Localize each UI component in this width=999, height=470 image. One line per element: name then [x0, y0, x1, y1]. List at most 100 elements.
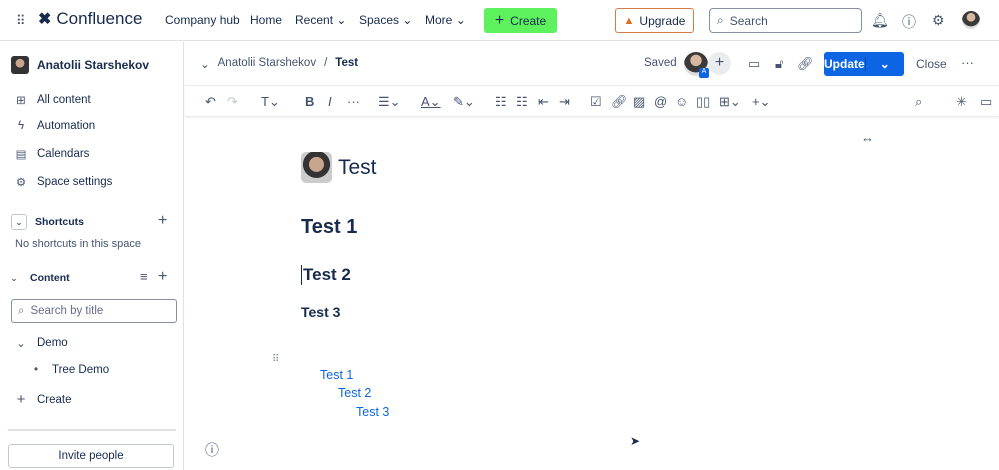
chevron-down-icon: ⌄ [402, 13, 413, 27]
bell-icon[interactable]: 🔔︎ [871, 12, 889, 29]
checkbox-icon[interactable]: ☑ [590, 94, 602, 110]
create-label: Create [37, 393, 72, 406]
search-icon: ⌕ [717, 13, 724, 27]
emoji-icon[interactable]: ☺ [675, 94, 688, 109]
text-style-icon[interactable]: T⌄ [261, 94, 280, 110]
chevron-down-icon[interactable]: ⌄ [11, 214, 27, 230]
breadcrumb-parent[interactable]: Anatolii Starshekov [218, 57, 316, 71]
calendar-icon: ▤ [15, 149, 27, 161]
link-icon[interactable]: 🔗︎ [797, 56, 814, 72]
page-title-text: Test [338, 155, 377, 179]
nav-company-hub[interactable]: Company hub [165, 13, 240, 27]
create-label: Create [510, 13, 547, 28]
search-input[interactable]: ⌕ Search [709, 8, 862, 33]
layout-icon[interactable]: ▯▯ [696, 94, 710, 110]
bold-icon[interactable]: B [305, 94, 314, 109]
page-title[interactable]: Test [301, 152, 377, 183]
invite-label: Invite people [58, 450, 124, 462]
link-icon[interactable]: 🔗︎ [611, 94, 628, 110]
outdent-icon[interactable]: ⇤ [538, 94, 549, 110]
find-icon[interactable]: ⌕ [915, 94, 922, 110]
create-content-item[interactable]: + Create [15, 391, 72, 408]
editor-toolbar: ↶ ↷ T⌄ B I ··· ☰⌄ A⌄ ✎⌄ ☷ ☷ ⇤ ⇥ ☑ 🔗︎ ▨ @… [185, 87, 999, 117]
sidebar-item-calendars[interactable]: ▤ Calendars [15, 147, 90, 161]
search-by-title-input[interactable]: ⌕ Search by title [11, 299, 177, 323]
shortcuts-section[interactable]: ⌄ Shortcuts [11, 214, 84, 230]
toc-link[interactable]: Test 2 [338, 386, 371, 400]
numbered-list-icon[interactable]: ☷ [516, 94, 528, 110]
chevron-down-icon[interactable]: ⌄ [864, 57, 904, 71]
content-section[interactable]: ⌄ Content [6, 270, 69, 286]
video-icon[interactable]: ▭ [980, 94, 992, 110]
add-shortcut-icon[interactable]: + [158, 212, 167, 230]
gear-icon: ⚙ [15, 177, 27, 189]
page-header: ⌄ Anatolii Starshekov / Test Saved A + ▭ 🔓︎… [185, 42, 999, 86]
brand-name: Confluence [56, 9, 143, 28]
chevron-down-icon[interactable]: ⌄ [6, 270, 22, 286]
highlight-icon[interactable]: ✎⌄ [453, 94, 475, 110]
toc-link[interactable]: Test 1 [320, 368, 353, 382]
undo-icon[interactable]: ↶ [205, 94, 216, 110]
warning-icon: ▲ [623, 14, 635, 27]
redo-icon[interactable]: ↷ [227, 94, 238, 110]
space-header[interactable]: Anatolii Starshekov [11, 56, 149, 74]
help-icon[interactable]: ⓘ [902, 12, 916, 32]
sidebar-item-all-content[interactable]: ⊞ All content [15, 93, 91, 107]
invite-people-button[interactable]: Invite people [8, 444, 174, 468]
help-icon[interactable]: ⓘ [205, 440, 219, 460]
tree-item-demo[interactable]: ⌄ Demo [15, 336, 68, 350]
insert-icon[interactable]: +⌄ [752, 94, 770, 110]
unlock-icon[interactable]: 🔓︎ [775, 56, 783, 72]
search-icon: ⌕ [18, 304, 25, 317]
italic-icon[interactable]: I [328, 94, 332, 109]
plus-icon: + [16, 391, 26, 408]
avatar-badge: A [699, 68, 709, 78]
mouse-cursor-icon: ➤ [630, 434, 641, 448]
filter-icon[interactable]: ≡ [140, 269, 148, 284]
user-avatar[interactable] [962, 11, 980, 29]
invite-collaborator-icon[interactable]: + [708, 52, 731, 75]
upgrade-button[interactable]: ▲ Upgrade [615, 8, 694, 33]
sidebar-item-label: Calendars [37, 148, 90, 160]
close-button[interactable]: Close [916, 57, 947, 71]
nav-recent[interactable]: Recent ⌄ [295, 13, 346, 27]
tree-item-label: Tree Demo [52, 364, 110, 376]
mention-icon[interactable]: @ [654, 94, 667, 109]
plus-icon: + [494, 11, 505, 29]
comment-icon[interactable]: ▭ [748, 56, 760, 72]
editor-content[interactable]: ↔ Test Test 1 Test 2 Test 3 ⠿ Test 1 Tes… [185, 118, 999, 470]
tree-item-label: Demo [37, 337, 68, 349]
app-switcher-icon[interactable]: ⠿ [16, 13, 26, 29]
text-color-icon[interactable]: A⌄ [421, 94, 441, 110]
sidebar-item-automation[interactable]: ϟ Automation [15, 120, 95, 132]
table-icon[interactable]: ⊞⌄ [719, 94, 741, 110]
grid-icon: ⊞ [16, 95, 26, 107]
nav-more[interactable]: More ⌄ [425, 13, 466, 27]
drag-handle-icon[interactable]: ⠿ [272, 354, 279, 365]
sidebar-item-space-settings[interactable]: ⚙ Space settings [15, 175, 113, 189]
nav-home[interactable]: Home [250, 13, 282, 27]
bullet-list-icon[interactable]: ☷ [495, 94, 507, 110]
breadcrumb-current[interactable]: Test [335, 57, 358, 71]
nav-spaces[interactable]: Spaces ⌄ [359, 13, 412, 27]
more-formatting-icon[interactable]: ··· [347, 94, 360, 109]
chevron-down-icon: ⌄ [16, 338, 26, 350]
add-content-icon[interactable]: + [158, 268, 167, 286]
tree-item-tree-demo[interactable]: • Tree Demo [30, 364, 109, 376]
nav-more-label: More [425, 13, 453, 27]
divider [8, 429, 176, 431]
confluence-logo[interactable]: ✖ Confluence [38, 9, 142, 29]
chevron-down-icon[interactable]: ⌄ [200, 57, 210, 71]
no-shortcuts-text: No shortcuts in this space [15, 238, 141, 250]
image-icon[interactable]: ▨ [633, 94, 645, 110]
gear-icon[interactable]: ⚙ [932, 12, 945, 29]
toc-link[interactable]: Test 3 [356, 405, 389, 419]
update-button[interactable]: Update ⌄ [824, 52, 904, 76]
ai-icon[interactable]: ✳ [956, 94, 967, 110]
create-button[interactable]: + Create [484, 8, 557, 33]
indent-icon[interactable]: ⇥ [559, 94, 570, 110]
heading-3: Test 3 [301, 304, 341, 320]
more-icon[interactable]: ··· [961, 55, 974, 70]
align-icon[interactable]: ☰⌄ [378, 94, 401, 110]
width-toggle-icon[interactable]: ↔ [861, 130, 874, 145]
